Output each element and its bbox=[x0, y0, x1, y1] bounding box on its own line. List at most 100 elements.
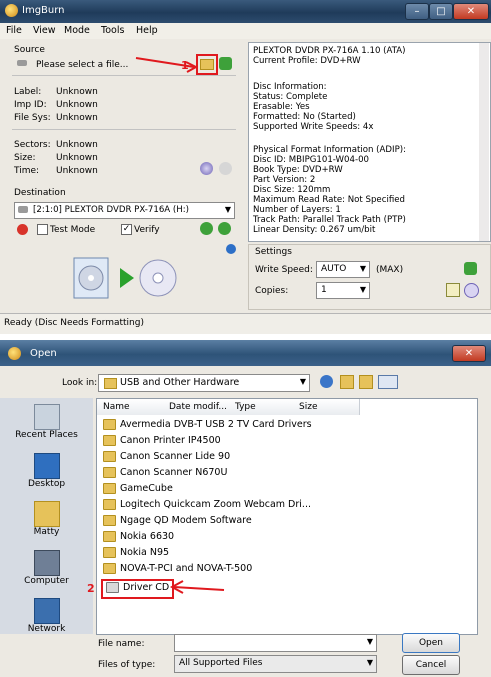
dialog-title-bar: Open ✕ bbox=[0, 340, 491, 366]
list-item[interactable]: Canon Printer IP4500 bbox=[103, 435, 221, 451]
erase-disc-icon[interactable] bbox=[17, 224, 28, 235]
info-icon[interactable] bbox=[219, 162, 232, 175]
place-label: Desktop bbox=[27, 479, 66, 489]
info-line: Physical Format Information (ADIP): bbox=[253, 145, 406, 155]
menu-mode[interactable]: Mode bbox=[64, 25, 90, 36]
chevron-down-icon: ▼ bbox=[366, 637, 373, 646]
title-bar: ImgBurn – □ ✕ bbox=[0, 0, 491, 23]
info-scrollbar[interactable] bbox=[479, 43, 489, 241]
dialog-title: Open bbox=[30, 348, 57, 359]
destination-drive-select[interactable]: [2:1:0] PLEXTOR DVDR PX-716A (H:) ▼ bbox=[14, 202, 235, 219]
place-desktop[interactable]: Desktop bbox=[0, 453, 93, 489]
red-arrow-1-icon bbox=[135, 57, 199, 73]
drive-icon bbox=[18, 206, 28, 213]
back-icon[interactable] bbox=[320, 375, 333, 388]
list-item-label: Logitech Quickcam Zoom Webcam Dri... bbox=[120, 499, 311, 510]
impid-field-value: Unknown bbox=[56, 100, 98, 110]
list-item[interactable]: Avermedia DVB-T USB 2 TV Card Drivers bbox=[103, 419, 312, 435]
new-folder-icon[interactable] bbox=[359, 375, 373, 389]
browse-file-folder-icon[interactable] bbox=[200, 59, 214, 70]
look-in-label: Look in: bbox=[62, 378, 98, 388]
place-matty[interactable]: Matty bbox=[0, 501, 93, 537]
info-line: Supported Write Speeds: 4x bbox=[253, 122, 374, 132]
impid-field-label: Imp ID: bbox=[14, 100, 47, 110]
edit-settings-icon[interactable] bbox=[446, 283, 460, 297]
info-line: Status: Complete bbox=[253, 92, 328, 102]
test-mode-label: Test Mode bbox=[50, 225, 96, 235]
write-button[interactable] bbox=[72, 255, 182, 301]
list-item-label: Ngage QD Modem Software bbox=[120, 515, 252, 526]
list-item[interactable]: Canon Scanner N670U bbox=[103, 467, 227, 483]
close-button[interactable]: ✕ bbox=[453, 3, 489, 20]
open-button[interactable]: Open bbox=[402, 633, 460, 653]
dialog-close-button[interactable]: ✕ bbox=[452, 345, 486, 362]
list-item-label: Nokia N95 bbox=[120, 547, 170, 558]
file-name-input[interactable]: ▼ bbox=[174, 634, 377, 652]
folder-icon bbox=[103, 547, 116, 558]
info-line: Linear Density: 0.267 um/bit bbox=[253, 225, 376, 235]
column-date-modified[interactable]: Date modif... bbox=[167, 399, 230, 415]
speed-up-icon[interactable] bbox=[218, 222, 231, 235]
imgburn-app-icon bbox=[8, 347, 21, 360]
cancel-button[interactable]: Cancel bbox=[402, 655, 460, 675]
menu-tools[interactable]: Tools bbox=[101, 25, 124, 36]
settings-heading: Settings bbox=[255, 247, 292, 257]
file-name-label: File name: bbox=[98, 639, 145, 649]
label-field-label: Label: bbox=[14, 87, 42, 97]
filesys-field-label: File Sys: bbox=[14, 113, 51, 123]
files-of-type-select[interactable]: All Supported Files ▼ bbox=[174, 655, 377, 673]
files-of-type-label: Files of type: bbox=[98, 660, 156, 670]
list-item[interactable]: Nokia 6630 bbox=[103, 531, 174, 547]
info-line: Disc Size: 120mm bbox=[253, 185, 331, 195]
up-folder-icon[interactable] bbox=[340, 375, 354, 389]
verify-checkbox[interactable]: ✓ bbox=[121, 224, 132, 235]
menu-help[interactable]: Help bbox=[136, 25, 158, 36]
disc-image-icon bbox=[106, 582, 119, 593]
place-network[interactable]: Network bbox=[0, 598, 93, 634]
annotation-number-2: 2 bbox=[87, 582, 95, 595]
look-in-select[interactable]: USB and Other Hardware ▼ bbox=[98, 374, 310, 392]
list-item[interactable]: Canon Scanner Lide 90 bbox=[103, 451, 230, 467]
size-field-label: Size: bbox=[14, 153, 36, 163]
column-name[interactable]: Name bbox=[97, 399, 168, 415]
copies-select[interactable]: 1 ▼ bbox=[316, 282, 370, 299]
column-size[interactable]: Size bbox=[297, 399, 360, 415]
list-item[interactable]: Logitech Quickcam Zoom Webcam Dri... bbox=[103, 499, 311, 515]
source-file-prompt[interactable]: Please select a file... bbox=[36, 60, 128, 70]
minimize-button[interactable]: – bbox=[405, 3, 429, 20]
folder-icon bbox=[103, 483, 116, 494]
list-item-driver-cd[interactable]: Driver CD bbox=[101, 579, 175, 599]
help-globe-icon[interactable] bbox=[226, 244, 236, 254]
verify-label: Verify bbox=[134, 225, 160, 235]
views-menu-icon[interactable] bbox=[378, 375, 398, 389]
write-speed-select[interactable]: AUTO ▼ bbox=[316, 261, 370, 278]
file-list: Name Date modif... Type Size Avermedia D… bbox=[96, 398, 478, 635]
list-item[interactable]: GameCube bbox=[103, 483, 173, 499]
maximize-button[interactable]: □ bbox=[429, 3, 453, 20]
folder-icon bbox=[103, 467, 116, 478]
write-speed-note: (MAX) bbox=[376, 265, 404, 275]
speed-down-icon[interactable] bbox=[200, 222, 213, 235]
annotation-number-1: 1 bbox=[181, 59, 189, 72]
calculate-icon[interactable] bbox=[200, 162, 213, 175]
browse-refresh-icon[interactable] bbox=[219, 57, 232, 70]
destination-drive-value: [2:1:0] PLEXTOR DVDR PX-716A (H:) bbox=[33, 205, 189, 215]
place-computer[interactable]: Computer bbox=[0, 550, 93, 586]
info-line: PLEXTOR DVDR PX-716A 1.10 (ATA) bbox=[253, 46, 406, 56]
list-item[interactable]: Ngage QD Modem Software bbox=[103, 515, 252, 531]
menu-file[interactable]: File bbox=[6, 25, 22, 36]
refresh-speed-icon[interactable] bbox=[464, 262, 477, 275]
list-item-label: GameCube bbox=[120, 483, 173, 494]
chevron-down-icon: ▼ bbox=[299, 377, 306, 386]
layer-break-icon[interactable] bbox=[464, 283, 479, 298]
info-line: Current Profile: DVD+RW bbox=[253, 56, 361, 66]
list-item[interactable]: Nokia N95 bbox=[103, 547, 169, 563]
column-type[interactable]: Type bbox=[229, 399, 298, 415]
label-field-value: Unknown bbox=[56, 87, 98, 97]
folder-icon bbox=[103, 451, 116, 462]
time-field-label: Time: bbox=[14, 166, 40, 176]
info-line: Part Version: 2 bbox=[253, 175, 316, 185]
place-recent-places[interactable]: Recent Places bbox=[0, 404, 93, 440]
menu-view[interactable]: View bbox=[33, 25, 56, 36]
test-mode-checkbox[interactable] bbox=[37, 224, 48, 235]
